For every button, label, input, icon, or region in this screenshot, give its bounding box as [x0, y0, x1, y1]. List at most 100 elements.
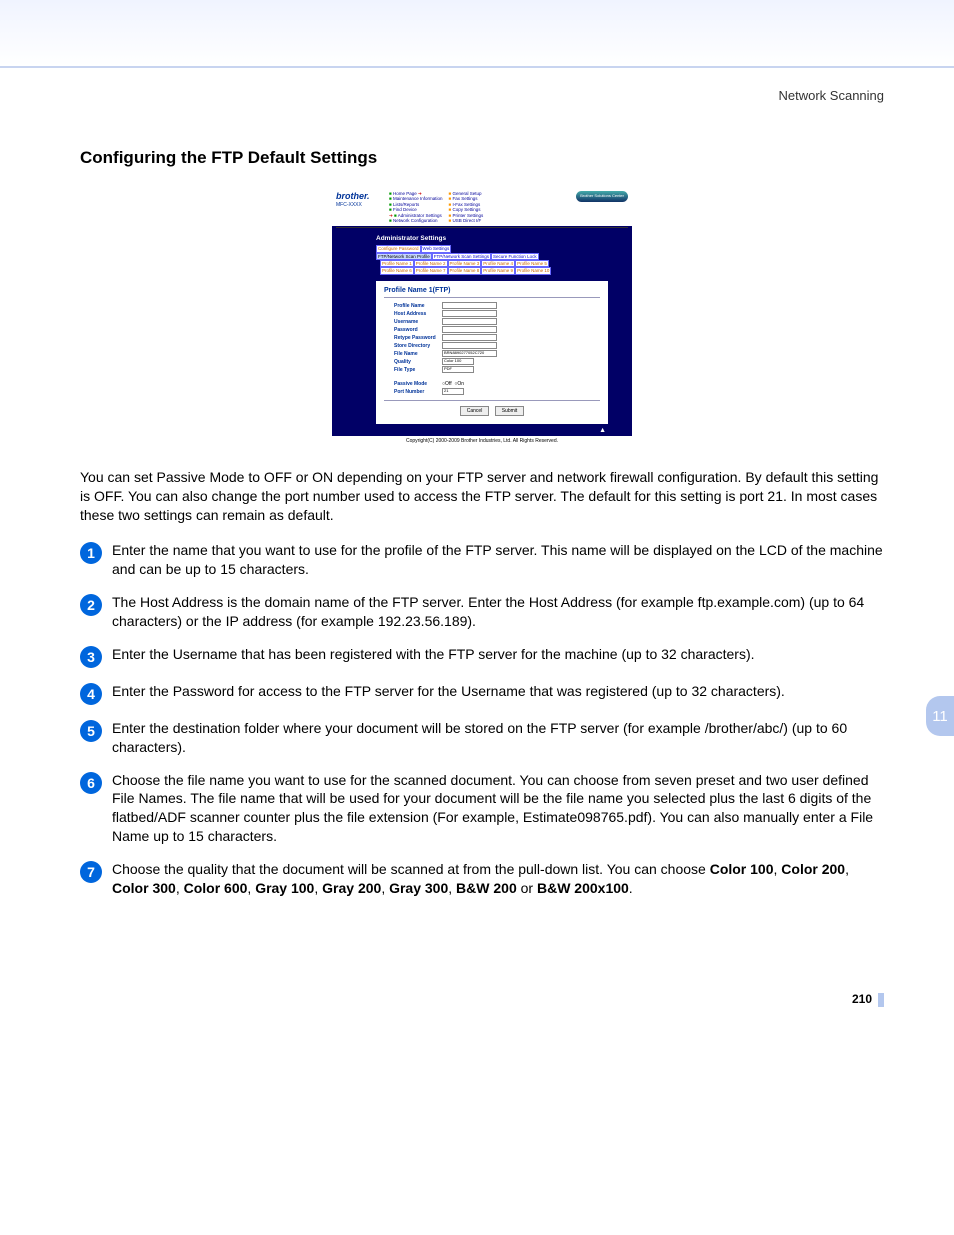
nav-link[interactable]: I-Fax Settings [452, 202, 480, 207]
lbl-profile-name: Profile Name [384, 303, 442, 309]
lbl-store-directory: Store Directory [384, 343, 442, 349]
ss-divider [336, 227, 628, 228]
top-band [0, 0, 954, 68]
nav-link[interactable]: Lists/Reports [393, 202, 419, 207]
step-text: The Host Address is the domain name of t… [112, 593, 884, 631]
step-badge: 1 [80, 542, 102, 564]
step-text: Enter the name that you want to use for … [112, 541, 884, 579]
select-file-name[interactable]: BRN8890277052C720 [442, 350, 497, 357]
tab[interactable]: Profile Name 5 [515, 260, 549, 267]
solutions-badge[interactable]: Brother Solutions Center [576, 191, 628, 202]
select-file-type[interactable]: PDF [442, 366, 474, 373]
tab[interactable]: Profile Name 7 [414, 267, 448, 274]
step-4: 4 Enter the Password for access to the F… [80, 682, 884, 705]
step7-or: or [517, 880, 537, 896]
opt: Color 100 [710, 861, 774, 877]
ss-panel-title: Profile Name 1(FTP) [384, 287, 600, 298]
tab[interactable]: Profile Name 6 [380, 267, 414, 274]
lbl-passive-mode: Passive Mode [384, 381, 442, 387]
step-5: 5 Enter the destination folder where you… [80, 719, 884, 757]
input-host-address[interactable] [442, 310, 497, 317]
tab[interactable]: Web Settings [421, 245, 452, 252]
step-badge: 6 [80, 772, 102, 794]
step-text: Choose the quality that the document wil… [112, 860, 884, 898]
lbl-retype-password: Retype Password [384, 335, 442, 341]
submit-button[interactable]: Submit [495, 406, 525, 416]
step7-lead: Choose the quality that the document wil… [112, 861, 710, 877]
step-text: Choose the file name you want to use for… [112, 771, 884, 847]
page-number-text: 210 [852, 992, 872, 1006]
tab[interactable]: Profile Name 9 [481, 267, 515, 274]
opt: Color 200 [781, 861, 845, 877]
step-7: 7 Choose the quality that the document w… [80, 860, 884, 898]
lbl-password: Password [384, 327, 442, 333]
nav-link[interactable]: Network Configuration [393, 218, 438, 223]
nav-link[interactable]: Fax Settings [452, 196, 477, 201]
opt: Gray 200 [322, 880, 381, 896]
nav-link[interactable]: Find Device [393, 207, 417, 212]
tab[interactable]: Secure Function Lock [491, 253, 539, 260]
page-number: 210 [0, 952, 954, 1007]
header-section-label: Network Scanning [0, 68, 954, 103]
tab[interactable]: Profile Name 1 [380, 260, 414, 267]
tab[interactable]: Profile Name 2 [414, 260, 448, 267]
nav-link[interactable]: Maintenance Information [393, 196, 443, 201]
ss-copyright: Copyright(C) 2000-2009 Brother Industrie… [332, 436, 632, 446]
step-list: 1 Enter the name that you want to use fo… [80, 541, 884, 898]
ss-logo: brother. MFC-XXXX [336, 191, 386, 208]
select-quality[interactable]: Color 100 [442, 358, 474, 365]
lbl-host-address: Host Address [384, 311, 442, 317]
step-3: 3 Enter the Username that has been regis… [80, 645, 884, 668]
radio-passive-on[interactable]: ○On [454, 381, 464, 387]
input-port-number[interactable]: 21 [442, 388, 464, 395]
input-profile-name[interactable] [442, 302, 497, 309]
opt: Gray 300 [389, 880, 448, 896]
step-badge: 4 [80, 683, 102, 705]
ss-admin-title: Administrator Settings [332, 229, 632, 245]
radio-passive-off[interactable]: ○Off [442, 381, 452, 387]
opt: B&W 200x100 [537, 880, 629, 896]
nav-link[interactable]: Home Page [393, 191, 417, 196]
page-number-bar [878, 993, 884, 1007]
ss-panel: Profile Name 1(FTP) Profile Name Host Ad… [376, 281, 608, 424]
screenshot-wrap: brother. MFC-XXXX ■ Home Page ➔ ■ Mainte… [80, 188, 884, 446]
tab[interactable]: Profile Name 10 [515, 267, 551, 274]
tab[interactable]: Profile Name 3 [448, 260, 482, 267]
tab[interactable]: FTP/Network Scan Profile [376, 253, 432, 260]
step7-end: . [629, 880, 633, 896]
step-1: 1 Enter the name that you want to use fo… [80, 541, 884, 579]
lbl-file-name: File Name [384, 351, 442, 357]
lbl-quality: Quality [384, 359, 442, 365]
lbl-file-type: File Type [384, 367, 442, 373]
tab[interactable]: Profile Name 4 [481, 260, 515, 267]
ss-nav-col2: ■ General Setup ■ Fax Settings ■ I-Fax S… [446, 191, 487, 223]
step-text: Enter the destination folder where your … [112, 719, 884, 757]
ss-buttons: Cancel Submit [384, 400, 600, 416]
nav-link[interactable]: USB Direct I/F [452, 218, 481, 223]
cancel-button[interactable]: Cancel [460, 406, 490, 416]
input-username[interactable] [442, 318, 497, 325]
step-badge: 3 [80, 646, 102, 668]
step-badge: 5 [80, 720, 102, 742]
input-password[interactable] [442, 326, 497, 333]
input-store-directory[interactable] [442, 342, 497, 349]
section-title: Configuring the FTP Default Settings [80, 148, 884, 168]
intro-paragraph: You can set Passive Mode to OFF or ON de… [80, 468, 884, 525]
input-retype-password[interactable] [442, 334, 497, 341]
tab[interactable]: Configure Password [376, 245, 421, 252]
tab[interactable]: Profile Name 8 [448, 267, 482, 274]
tab[interactable]: FTP/Network Scan Settings [432, 253, 491, 260]
lbl-port-number: Port Number [384, 389, 442, 395]
nav-link[interactable]: General Setup [452, 191, 481, 196]
ss-nav-col1: ■ Home Page ➔ ■ Maintenance Information … [386, 191, 446, 223]
scroll-top-icon[interactable]: ▲ [332, 424, 632, 436]
step-text: Enter the Username that has been registe… [112, 645, 884, 664]
lbl-username: Username [384, 319, 442, 325]
embedded-screenshot: brother. MFC-XXXX ■ Home Page ➔ ■ Mainte… [332, 188, 632, 446]
step-badge: 2 [80, 594, 102, 616]
nav-link[interactable]: Copy Settings [452, 207, 480, 212]
nav-link[interactable]: Administrator Settings [398, 213, 442, 218]
opt: Color 300 [112, 880, 176, 896]
step-text: Enter the Password for access to the FTP… [112, 682, 884, 701]
nav-link[interactable]: Printer Settings [452, 213, 483, 218]
